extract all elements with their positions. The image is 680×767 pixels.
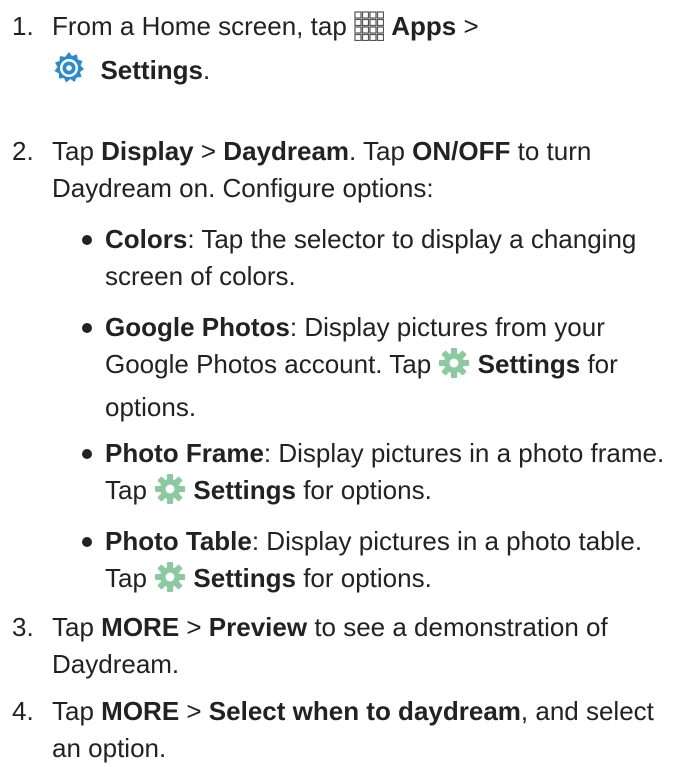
bullet-dot — [82, 323, 92, 333]
bullet-photo-table: Photo Table: Display pictures in a photo… — [52, 523, 672, 603]
apps-grid-icon — [354, 11, 385, 51]
step-3: 3. Tap MORE > Preview to see a demonstra… — [0, 609, 680, 683]
step-number: 4. — [12, 696, 34, 726]
step-text: Tap MORE > Select when to daydream, and … — [52, 696, 654, 763]
bullet-text: Colors: Tap the selector to display a ch… — [105, 224, 637, 291]
step-text: From a Home screen, tap Apps > Settings. — [52, 8, 672, 95]
settings-gear-icon — [154, 473, 186, 515]
settings-gear-icon — [438, 347, 470, 389]
step-1: 1. From a Home screen, tap Apps > Settin… — [0, 8, 680, 95]
step-4: 4. Tap MORE > Select when to daydream, a… — [0, 693, 680, 767]
bullet-dot — [82, 235, 92, 245]
settings-gear-icon — [154, 561, 186, 603]
step-text: Tap Display > Daydream. Tap ON/OFF to tu… — [52, 136, 592, 203]
bullet-photo-frame: Photo Frame: Display pictures in a photo… — [52, 435, 672, 515]
step-number: 1. — [12, 11, 34, 41]
step-number: 3. — [12, 612, 34, 642]
apps-label: Apps — [391, 11, 457, 41]
bullet-dot — [82, 537, 92, 547]
bullet-google-photos: Google Photos: Display pictures from you… — [52, 309, 672, 426]
step-2: 2. Tap Display > Daydream. Tap ON/OFF to… — [0, 133, 680, 207]
bullet-text: Google Photos: Display pictures from you… — [105, 312, 618, 422]
settings-app-icon — [52, 51, 86, 95]
bullet-colors: Colors: Tap the selector to display a ch… — [52, 221, 672, 295]
bullet-dot — [82, 449, 92, 459]
settings-label: Settings — [100, 55, 204, 85]
step-number: 2. — [12, 136, 34, 166]
step-text: Tap MORE > Preview to see a demonstratio… — [52, 612, 608, 679]
bullet-text: Photo Frame: Display pictures in a photo… — [105, 435, 668, 515]
bullet-text: Photo Table: Display pictures in a photo… — [105, 523, 668, 603]
